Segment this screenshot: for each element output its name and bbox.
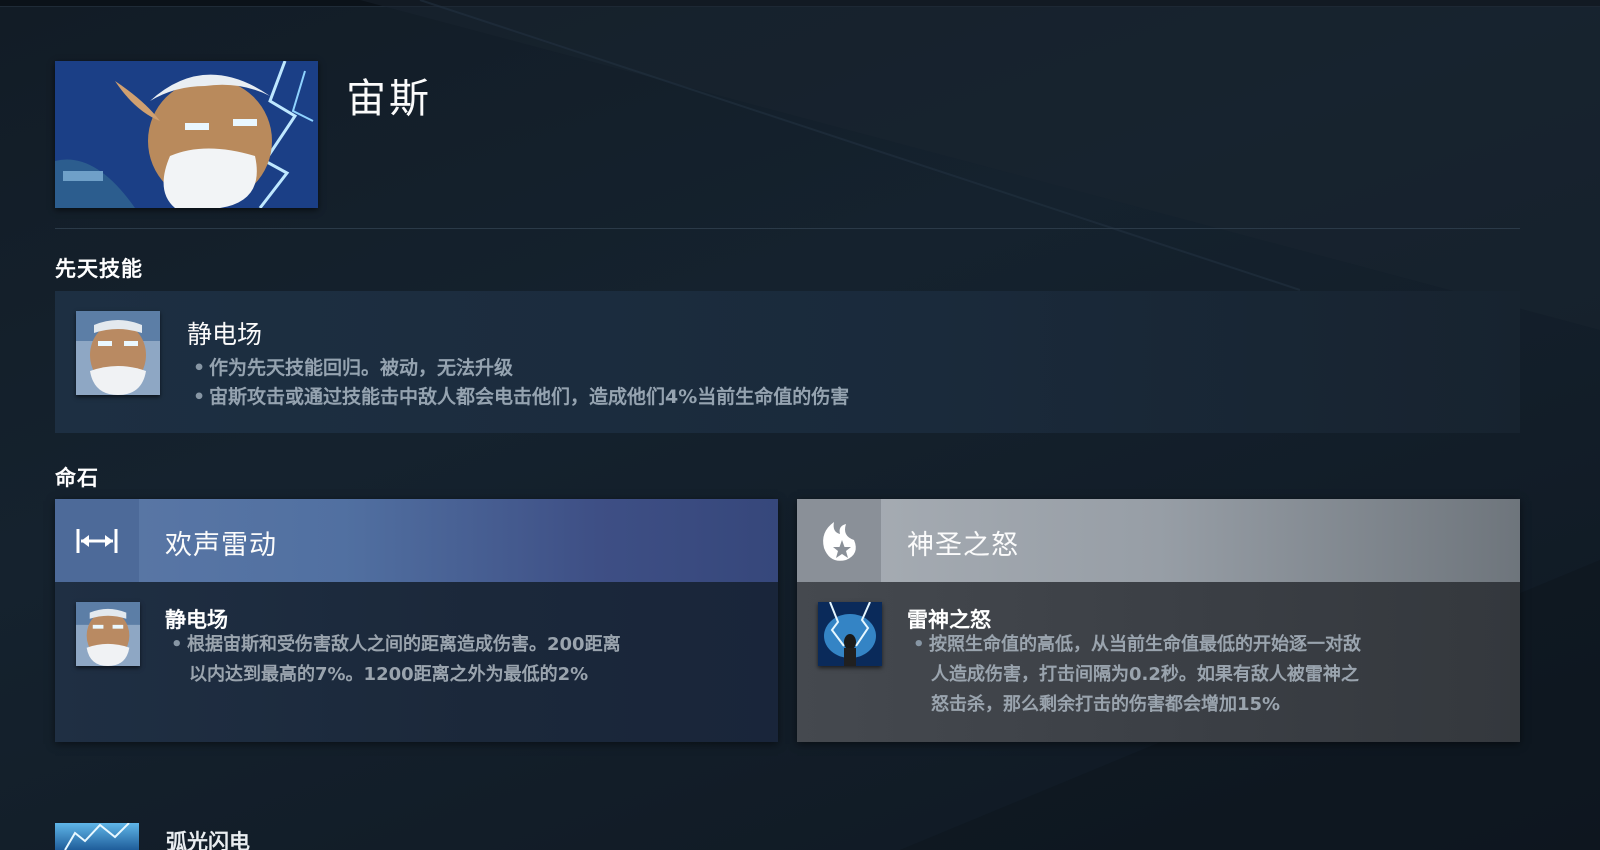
innate-description: • 作为先天技能回归。被动，无法升级 • 宙斯攻击或通过技能击中敌人都会电击他们，造… xyxy=(193,354,849,412)
facet-description: • 根据宙斯和受伤害敌人之间的距离造成伤害。200距离 以内达到最高的7%。120… xyxy=(171,630,621,690)
facet-header: 欢声雷动 xyxy=(55,499,778,582)
zeus-face-icon xyxy=(76,602,140,666)
next-ability-name: 弧光闪电 xyxy=(166,830,250,850)
hero-name: 宙斯 xyxy=(346,76,432,122)
zeus-face-icon xyxy=(76,311,160,395)
facet-body: 静电场 • 根据宙斯和受伤害敌人之间的距离造成伤害。200距离 以内达到最高的7%… xyxy=(55,582,778,742)
facet-description: • 按照生命值的高低，从当前生命值最低的开始逐一对敌 人造成伤害，打击间隔为0.2… xyxy=(913,630,1361,720)
facet-title: 神圣之怒 xyxy=(907,530,1019,561)
description-line: • 宙斯攻击或通过技能击中敌人都会电击他们，造成他们4%当前生命值的伤害 xyxy=(193,386,850,408)
innate-ability-name: 静电场 xyxy=(187,320,263,349)
facet-header: 神圣之怒 xyxy=(797,499,1520,582)
description-line: • 按照生命值的高低，从当前生命值最低的开始逐一对敌 xyxy=(913,634,1361,655)
zeus-portrait-icon xyxy=(55,61,318,208)
facets-section-title: 命石 xyxy=(55,466,99,490)
description-line: 以内达到最高的7%。1200距离之外为最低的2% xyxy=(189,664,589,685)
facet-body: 雷神之怒 • 按照生命值的高低，从当前生命值最低的开始逐一对敌 人造成伤害，打击间… xyxy=(797,582,1520,742)
innate-ability-card[interactable]: 静电场 • 作为先天技能回归。被动，无法升级 • 宙斯攻击或通过技能击中敌人都会电击… xyxy=(55,291,1520,433)
divine-flame-icon xyxy=(797,499,881,582)
header-divider xyxy=(55,228,1520,229)
description-line: 怒击杀，那么剩余打击的伤害都会增加15% xyxy=(931,694,1281,715)
range-arrows-icon xyxy=(55,499,139,582)
facet-card-right[interactable]: 神圣之怒 雷神之怒 • 按照生命值的高低，从当前生命值最低的开始逐一对敌 人造成伤… xyxy=(797,499,1520,742)
facet-card-left[interactable]: 欢声雷动 静电场 • 根据宙斯和受伤害敌人之间的距离造成伤害。200距离 以内达到… xyxy=(55,499,778,742)
top-border xyxy=(0,0,1600,7)
description-line: 人造成伤害，打击间隔为0.2秒。如果有敌人被雷神之 xyxy=(931,664,1359,685)
arc-lightning-icon[interactable] xyxy=(55,823,139,850)
hero-portrait xyxy=(55,61,318,208)
innate-section-title: 先天技能 xyxy=(55,257,143,281)
description-line: • 作为先天技能回归。被动，无法升级 xyxy=(193,357,514,379)
thundergods-wrath-icon xyxy=(818,601,882,666)
facet-title: 欢声雷动 xyxy=(165,530,277,561)
description-line: • 根据宙斯和受伤害敌人之间的距离造成伤害。200距离 xyxy=(171,634,621,655)
